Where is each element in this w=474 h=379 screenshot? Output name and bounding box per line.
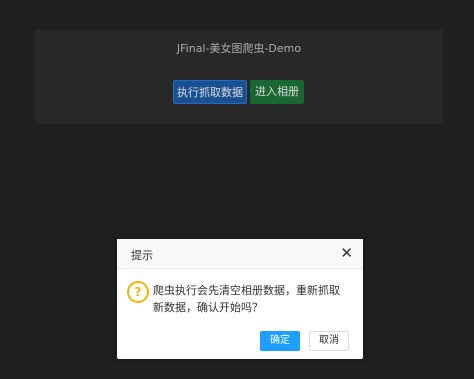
ok-button[interactable]: 确定 [260,331,300,351]
dialog-message: 爬虫执行会先清空相册数据，重新抓取新数据，确认开始吗？ [153,284,340,314]
dialog-title: 提示 [131,249,153,262]
page: JFinal-美女图爬虫-Demo 执行抓取数据 进入相册 提示 ✕ ? 爬虫执… [0,0,474,379]
question-icon: ? [127,281,149,303]
cancel-button[interactable]: 取消 [309,331,349,351]
close-icon[interactable]: ✕ [340,244,353,262]
dialog-header: 提示 ✕ [117,239,363,269]
confirm-dialog: 提示 ✕ ? 爬虫执行会先清空相册数据，重新抓取新数据，确认开始吗？ 确定 取消 [117,239,363,359]
